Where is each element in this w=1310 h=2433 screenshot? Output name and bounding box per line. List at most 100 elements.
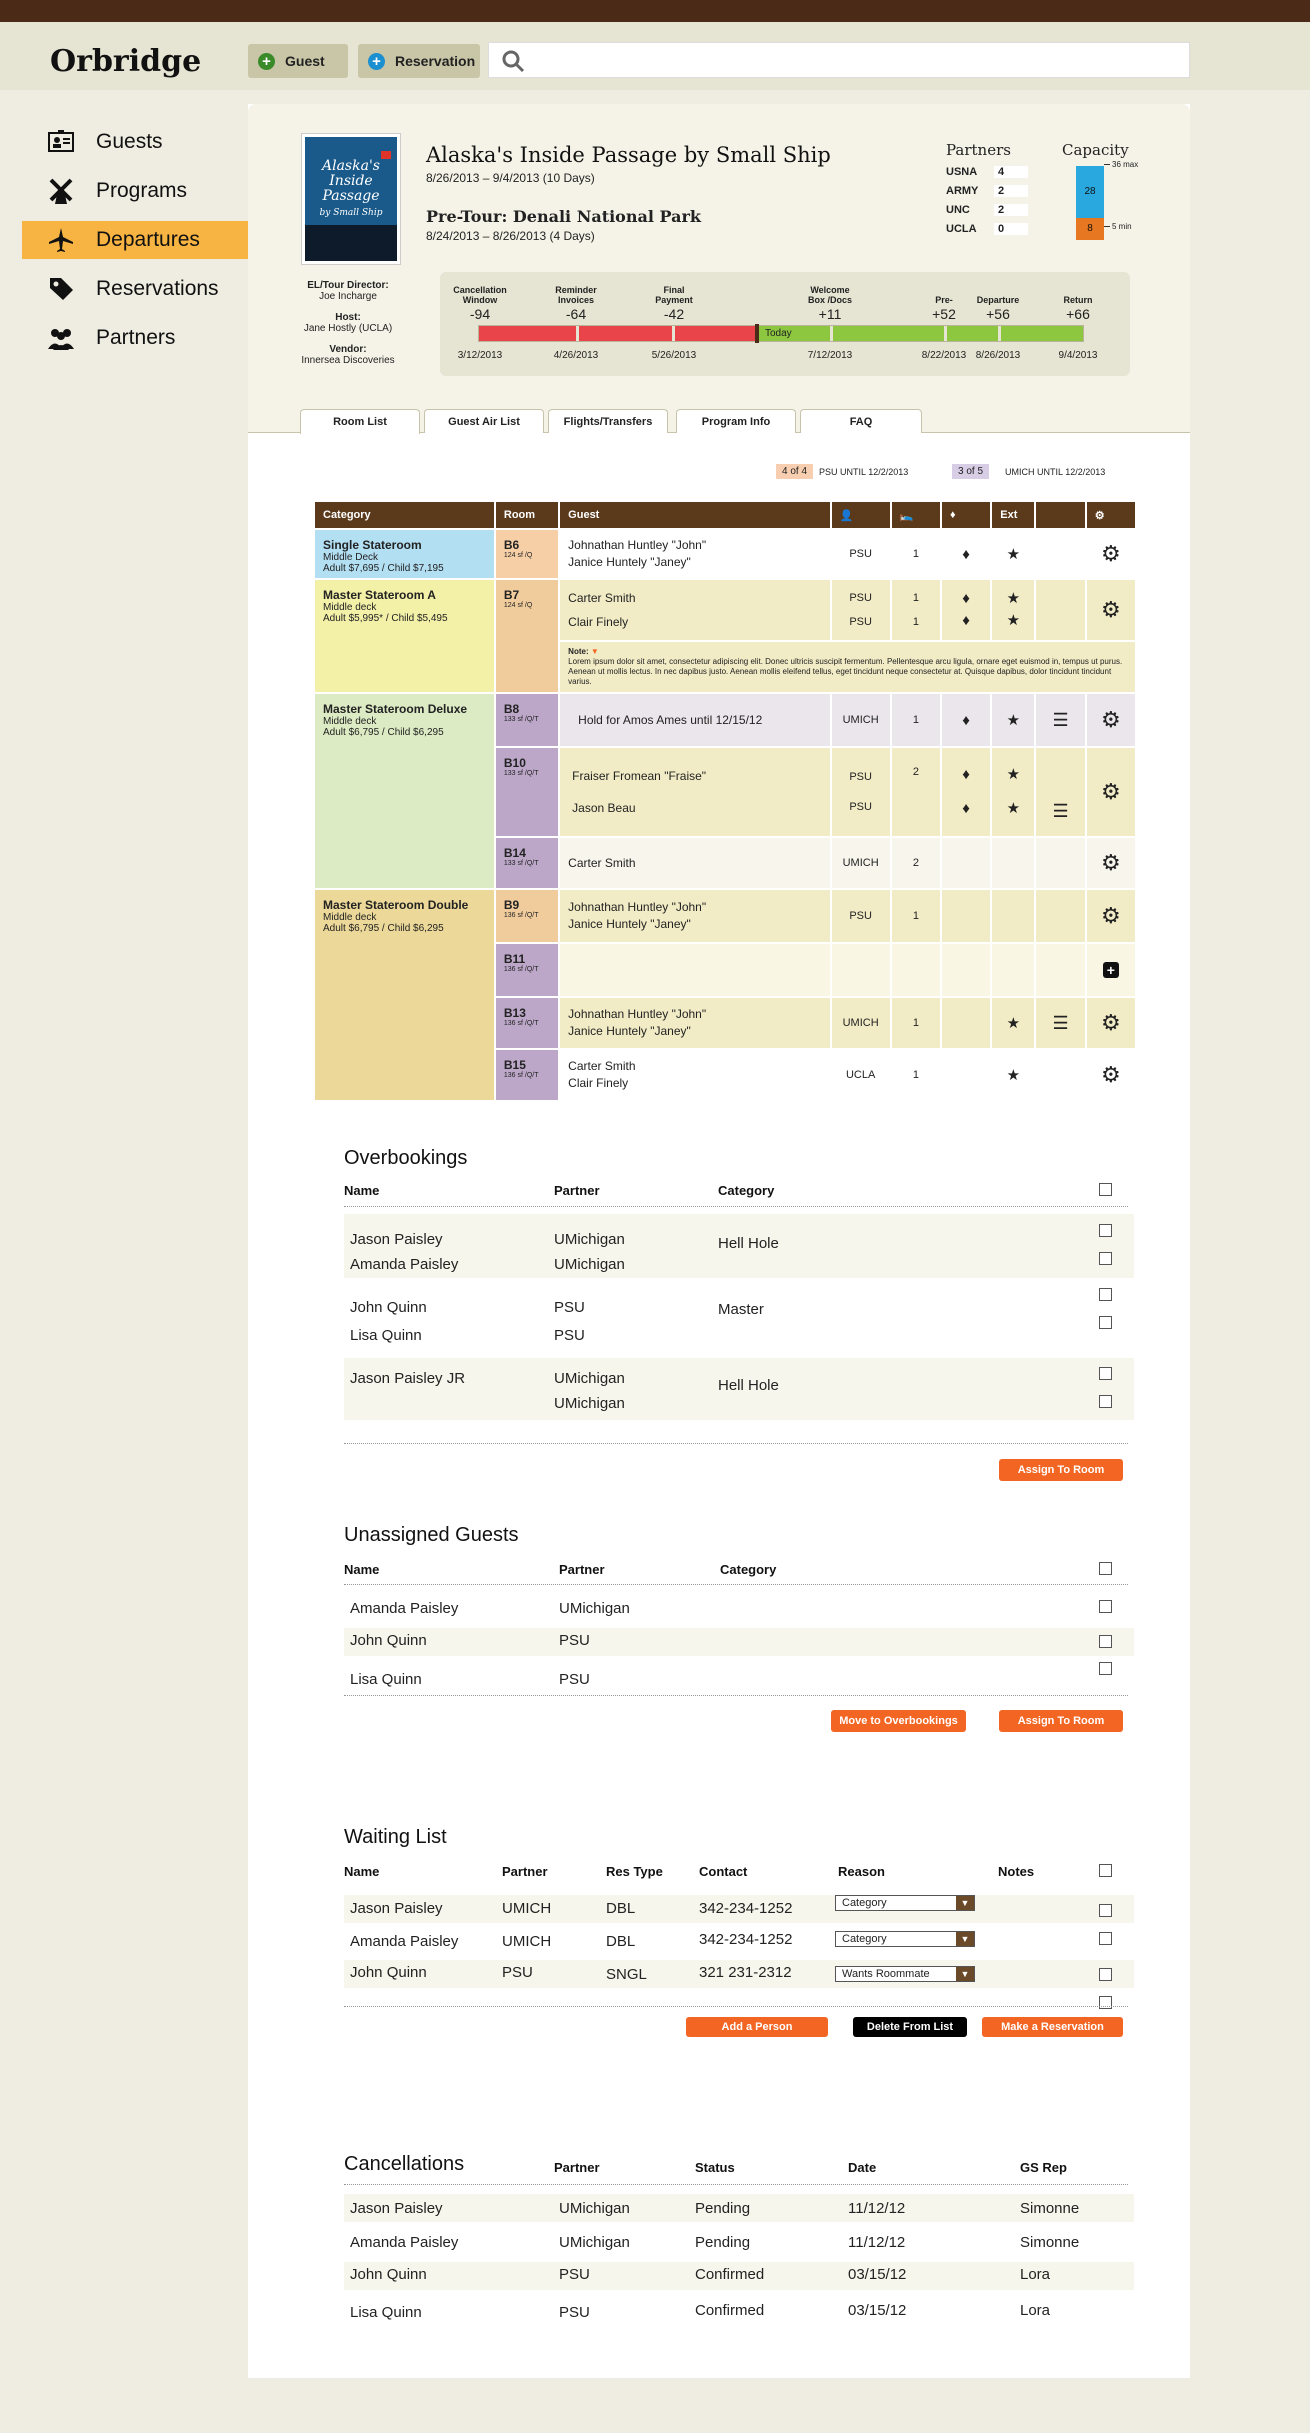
add-reservation-button[interactable]: + Reservation [358,44,480,78]
gear-icon[interactable]: ⚙ [1086,998,1135,1048]
star-icon[interactable]: ★ [992,530,1035,578]
app-logo[interactable]: Orbridge [50,44,201,79]
col-room[interactable]: Room [495,502,559,528]
guest-cell[interactable]: Carter Smith Clair Finely [560,580,830,640]
row-checkbox[interactable] [1099,1932,1112,1945]
ticket-icon[interactable]: ♦ ♦ [942,748,991,836]
sidebar-item-partners[interactable]: Partners [22,319,248,357]
row-checkbox[interactable] [1099,1635,1112,1648]
guest-partner: UMichigan [559,2200,630,2217]
guest-cell[interactable]: Carter Smith [560,838,830,888]
col-partner[interactable]: 👤 [831,502,890,528]
col-guest[interactable]: Guest [560,502,830,528]
add-guest-button[interactable]: + Guest [248,44,348,78]
move-to-overbookings-button[interactable]: Move to Overbookings [831,1710,966,1732]
row-checkbox[interactable] [1099,1224,1112,1237]
row-checkbox[interactable] [1099,1996,1112,2009]
tab-program-info[interactable]: Program Info [676,409,796,433]
psu-allotment: 4 of 4 PSU UNTIL 12/2/2013 [776,464,908,479]
make-reservation-button[interactable]: Make a Reservation [982,2017,1123,2037]
guest-cell[interactable]: Johnathan Huntley "John" Janice Huntely "… [560,998,830,1048]
sidebar-item-programs[interactable]: Programs [22,172,248,210]
row-checkbox[interactable] [1099,1600,1112,1613]
ticket-icon[interactable]: ♦ [942,694,991,746]
col-ext[interactable]: Ext [992,502,1035,528]
reason-select[interactable]: Wants Roommate ▼ [835,1966,975,1982]
guest-cell[interactable]: Johnathan Huntley "John" Janice Huntely "… [560,530,830,578]
room-cell[interactable]: B14 133 sf /Q/T [495,838,559,888]
gear-icon[interactable]: ⚙ [1086,1050,1135,1100]
beds-cell: 2 [891,838,941,888]
room-cell[interactable]: B8 133 sf /Q/T [495,694,559,746]
guest-partner: PSU [559,1632,590,1649]
list-icon[interactable]: ☰ [1036,748,1085,836]
room-cell[interactable]: B7 124 sf /Q [495,580,559,692]
star-icon[interactable]: ★ [992,1050,1035,1100]
room-cell[interactable]: B11 136 sf /Q/T [495,944,559,996]
add-person-button[interactable]: Add a Person [686,2017,828,2037]
select-all-checkbox[interactable] [1099,1864,1112,1877]
row-checkbox[interactable] [1099,1395,1112,1408]
gear-icon[interactable]: ⚙ [1086,530,1135,578]
add-guest-icon[interactable]: + [1086,944,1135,996]
list-icon[interactable]: ☰ [1036,694,1085,746]
gear-icon[interactable]: ⚙ [1086,580,1135,640]
room-cell[interactable]: B9 136 sf /Q/T [495,890,559,942]
col-tickets[interactable]: ♦ [942,502,991,528]
list-icon[interactable]: ☰ [1036,998,1085,1048]
star-icon[interactable]: ★ [992,694,1035,746]
row-checkbox[interactable] [1099,1316,1112,1329]
star-icon[interactable]: ★ ★ [992,748,1035,836]
ticket-icon[interactable]: ♦ [942,530,991,578]
col-category[interactable]: Category [315,502,494,528]
row-checkbox[interactable] [1099,1252,1112,1265]
partner-cell: PSU [831,530,890,578]
room-cell[interactable]: B13 136 sf /Q/T [495,998,559,1048]
gear-icon[interactable]: ⚙ [1086,890,1135,942]
gear-icon[interactable]: ⚙ [1086,748,1135,836]
room-cell[interactable]: B15 136 sf /Q/T [495,1050,559,1100]
row-checkbox[interactable] [1099,1968,1112,1981]
col-beds[interactable]: 🛌 [891,502,941,528]
room-cell[interactable]: B10 133 sf /Q/T [495,748,559,836]
tab-flights-transfers[interactable]: Flights/Transfers [548,409,668,433]
guest-cell[interactable]: Fraiser Fromean "Fraise" Jason Beau [560,748,830,836]
res-type: DBL [606,1900,636,1917]
beds-cell: 1 [891,694,941,746]
milestone-value: -64 [565,306,587,322]
assign-to-room-button[interactable]: Assign To Room [999,1459,1123,1481]
bed-icon: 🛌 [899,509,914,522]
delete-from-list-button[interactable]: Delete From List [853,2017,967,2037]
timeline-past [479,326,757,341]
row-checkbox[interactable] [1099,1904,1112,1917]
sidebar-item-reservations[interactable]: Reservations [22,270,248,308]
col-partner: Partner [502,1864,548,1879]
select-all-checkbox[interactable] [1099,1183,1112,1196]
guest-partner: UMichigan [559,2234,630,2251]
gear-icon[interactable]: ⚙ [1086,694,1135,746]
guest-cell[interactable]: Hold for Amos Ames until 12/15/12 [560,694,830,746]
guest-cell[interactable]: Carter Smith Clair Finely [560,1050,830,1100]
select-all-checkbox[interactable] [1099,1562,1112,1575]
reason-select[interactable]: Category ▼ [835,1895,975,1911]
star-icon[interactable]: ★ [992,998,1035,1048]
reason-select[interactable]: Category ▼ [835,1931,975,1947]
tab-faq[interactable]: FAQ [800,409,922,433]
col-settings[interactable]: ⚙ [1086,502,1135,528]
guest-cell[interactable] [560,944,830,996]
row-checkbox[interactable] [1099,1288,1112,1301]
sidebar-item-departures[interactable]: Departures [22,221,248,259]
guest-cell[interactable]: Johnathan Huntley "John" Janice Huntely "… [560,890,830,942]
capacity-max-label: 36 max [1112,160,1139,169]
star-icon[interactable]: ★ ★ [992,580,1035,640]
ticket-icon[interactable]: ♦ ♦ [942,580,991,640]
tab-room-list[interactable]: Room List [300,409,420,434]
row-checkbox[interactable] [1099,1662,1112,1675]
tab-guest-air-list[interactable]: Guest Air List [424,409,544,433]
row-checkbox[interactable] [1099,1367,1112,1380]
assign-to-room-button[interactable]: Assign To Room [999,1710,1123,1732]
gear-icon[interactable]: ⚙ [1086,838,1135,888]
room-cell[interactable]: B6 124 sf /Q [495,530,559,578]
sidebar-item-guests[interactable]: Guests [22,123,248,161]
search-input[interactable] [488,42,1190,78]
